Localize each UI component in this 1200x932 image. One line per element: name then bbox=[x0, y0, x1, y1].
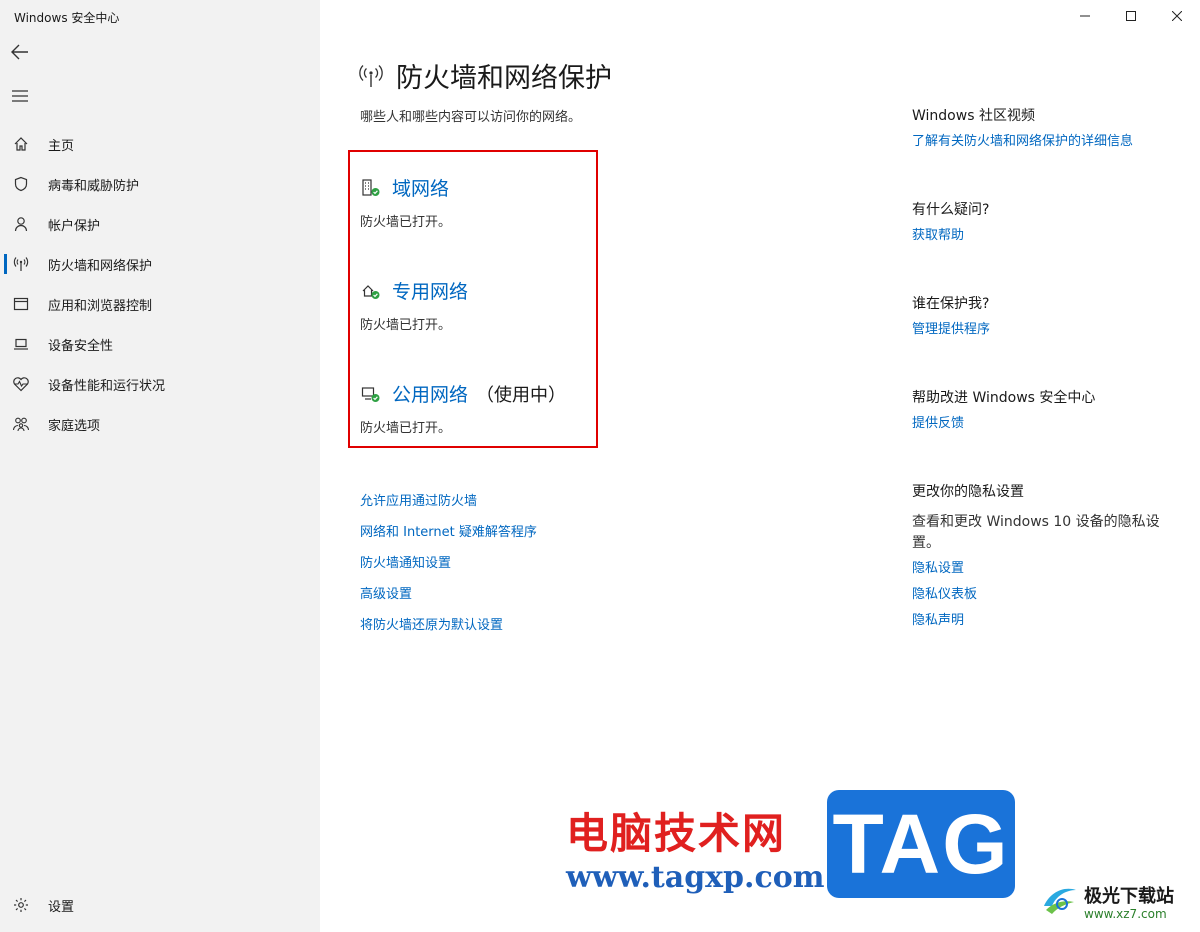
who-protects-section: 谁在保护我? 管理提供程序 bbox=[912, 294, 990, 340]
page-subtitle: 哪些人和哪些内容可以访问你的网络。 bbox=[360, 110, 582, 125]
gear-icon bbox=[12, 896, 30, 914]
sidebar-item-label: 帐户保护 bbox=[48, 218, 101, 234]
title-bar: Windows 安全中心 bbox=[0, 0, 1200, 32]
section-heading: Windows 社区视频 bbox=[912, 108, 1035, 124]
window-title: Windows 安全中心 bbox=[14, 11, 120, 25]
menu-button[interactable] bbox=[0, 78, 40, 114]
sidebar-item-device-performance[interactable]: 设备性能和运行状况 bbox=[0, 364, 320, 404]
network-link-domain[interactable]: 域网络 bbox=[392, 174, 449, 201]
wifi-signal-icon bbox=[12, 255, 30, 273]
allow-app-link[interactable]: 允许应用通过防火墙 bbox=[360, 492, 537, 523]
restore-defaults-link[interactable]: 将防火墙还原为默认设置 bbox=[360, 616, 537, 647]
privacy-dashboard-link[interactable]: 隐私仪表板 bbox=[912, 584, 1172, 606]
questions-section: 有什么疑问? 获取帮助 bbox=[912, 200, 989, 246]
sidebar-item-account-protection[interactable]: 帐户保护 bbox=[0, 204, 320, 244]
sidebar-item-label: 应用和浏览器控制 bbox=[48, 298, 153, 314]
page-header: 防火墙和网络保护 bbox=[358, 56, 612, 95]
minimize-icon bbox=[1080, 15, 1090, 17]
sidebar-item-virus-protection[interactable]: 病毒和威胁防护 bbox=[0, 164, 320, 204]
sidebar-item-app-browser[interactable]: 应用和浏览器控制 bbox=[0, 284, 320, 324]
community-videos-section: Windows 社区视频 了解有关防火墙和网络保护的详细信息 bbox=[912, 106, 1133, 152]
maximize-icon bbox=[1126, 11, 1136, 21]
settings-label: 设置 bbox=[48, 899, 75, 915]
troubleshooter-link[interactable]: 网络和 Internet 疑难解答程序 bbox=[360, 523, 537, 554]
watermark-brand-url: www.xz7.com bbox=[1084, 907, 1167, 921]
home-icon bbox=[12, 135, 30, 153]
public-network-icon bbox=[360, 383, 382, 405]
sidebar-item-settings[interactable]: 设置 bbox=[0, 885, 320, 925]
privacy-description: 查看和更改 Windows 10 设备的隐私设置。 bbox=[912, 514, 1160, 551]
sidebar-item-device-security[interactable]: 设备安全性 bbox=[0, 324, 320, 364]
sidebar-item-label: 病毒和威胁防护 bbox=[48, 178, 140, 194]
network-link-private[interactable]: 专用网络 bbox=[392, 277, 468, 304]
watermark-tag-logo: TAG bbox=[827, 790, 1015, 898]
section-heading: 更改你的隐私设置 bbox=[912, 484, 1024, 500]
laptop-icon bbox=[12, 335, 30, 353]
aurora-logo-icon bbox=[1044, 888, 1076, 914]
network-public: 公用网络 （使用中） 防火墙已打开。 bbox=[360, 380, 566, 436]
sidebar-item-label: 防火墙和网络保护 bbox=[48, 258, 153, 274]
close-button[interactable] bbox=[1154, 0, 1200, 32]
minimize-button[interactable] bbox=[1062, 0, 1108, 32]
firewall-links: 允许应用通过防火墙 网络和 Internet 疑难解答程序 防火墙通知设置 高级… bbox=[360, 492, 537, 647]
privacy-section: 更改你的隐私设置 查看和更改 Windows 10 设备的隐私设置。 隐私设置 … bbox=[912, 482, 1172, 632]
maximize-button[interactable] bbox=[1108, 0, 1154, 32]
privacy-settings-link[interactable]: 隐私设置 bbox=[912, 558, 1172, 580]
in-use-label: （使用中） bbox=[476, 384, 567, 406]
network-status: 防火墙已打开。 bbox=[360, 421, 452, 436]
network-domain: 域网络 防火墙已打开。 bbox=[360, 174, 451, 230]
section-heading: 帮助改进 Windows 安全中心 bbox=[912, 390, 1096, 406]
sidebar: 主页 病毒和威胁防护 帐户保护 防火墙和网络保护 应用和浏览器控制 设备安全性 bbox=[0, 0, 320, 932]
domain-network-icon bbox=[360, 177, 382, 199]
manage-providers-link[interactable]: 管理提供程序 bbox=[912, 320, 990, 340]
heart-pulse-icon bbox=[12, 375, 30, 393]
arrow-left-icon bbox=[11, 44, 28, 60]
sidebar-item-label: 设备安全性 bbox=[48, 338, 114, 354]
watermark-url: www.tagxp.com bbox=[566, 860, 825, 895]
back-button[interactable] bbox=[0, 34, 40, 70]
sidebar-nav: 主页 病毒和威胁防护 帐户保护 防火墙和网络保护 应用和浏览器控制 设备安全性 bbox=[0, 124, 320, 444]
sidebar-item-label: 主页 bbox=[48, 138, 75, 154]
watermark-brand: 极光下载站 bbox=[1084, 886, 1174, 907]
private-network-icon bbox=[360, 280, 382, 302]
family-icon bbox=[12, 415, 30, 433]
give-feedback-link[interactable]: 提供反馈 bbox=[912, 414, 1095, 434]
sidebar-item-home[interactable]: 主页 bbox=[0, 124, 320, 164]
learn-more-link[interactable]: 了解有关防火墙和网络保护的详细信息 bbox=[912, 132, 1133, 152]
privacy-statement-link[interactable]: 隐私声明 bbox=[912, 610, 1172, 632]
sidebar-item-label: 家庭选项 bbox=[48, 418, 101, 434]
close-icon bbox=[1172, 11, 1182, 21]
browser-window-icon bbox=[12, 295, 30, 313]
watermark-site-name: 电脑技术网 bbox=[566, 809, 787, 858]
network-link-public[interactable]: 公用网络 bbox=[392, 380, 468, 407]
get-help-link[interactable]: 获取帮助 bbox=[912, 226, 989, 246]
feedback-section: 帮助改进 Windows 安全中心 提供反馈 bbox=[912, 388, 1095, 434]
network-private: 专用网络 防火墙已打开。 bbox=[360, 277, 468, 333]
network-status: 防火墙已打开。 bbox=[360, 318, 452, 333]
wifi-signal-icon bbox=[359, 64, 383, 87]
section-heading: 谁在保护我? bbox=[912, 296, 990, 312]
app-window: 主页 病毒和威胁防护 帐户保护 防火墙和网络保护 应用和浏览器控制 设备安全性 bbox=[0, 0, 1200, 932]
section-heading: 有什么疑问? bbox=[912, 202, 990, 218]
main-content: 防火墙和网络保护 哪些人和哪些内容可以访问你的网络。 域网络 防火墙已打开。 专… bbox=[320, 32, 880, 932]
person-icon bbox=[12, 215, 30, 233]
network-status: 防火墙已打开。 bbox=[360, 215, 452, 230]
hamburger-icon bbox=[12, 90, 28, 102]
page-title: 防火墙和网络保护 bbox=[396, 63, 612, 94]
notification-settings-link[interactable]: 防火墙通知设置 bbox=[360, 554, 537, 585]
shield-icon bbox=[12, 175, 30, 193]
advanced-settings-link[interactable]: 高级设置 bbox=[360, 585, 537, 616]
sidebar-item-family-options[interactable]: 家庭选项 bbox=[0, 404, 320, 444]
sidebar-item-firewall[interactable]: 防火墙和网络保护 bbox=[0, 244, 320, 284]
sidebar-item-label: 设备性能和运行状况 bbox=[48, 378, 166, 394]
